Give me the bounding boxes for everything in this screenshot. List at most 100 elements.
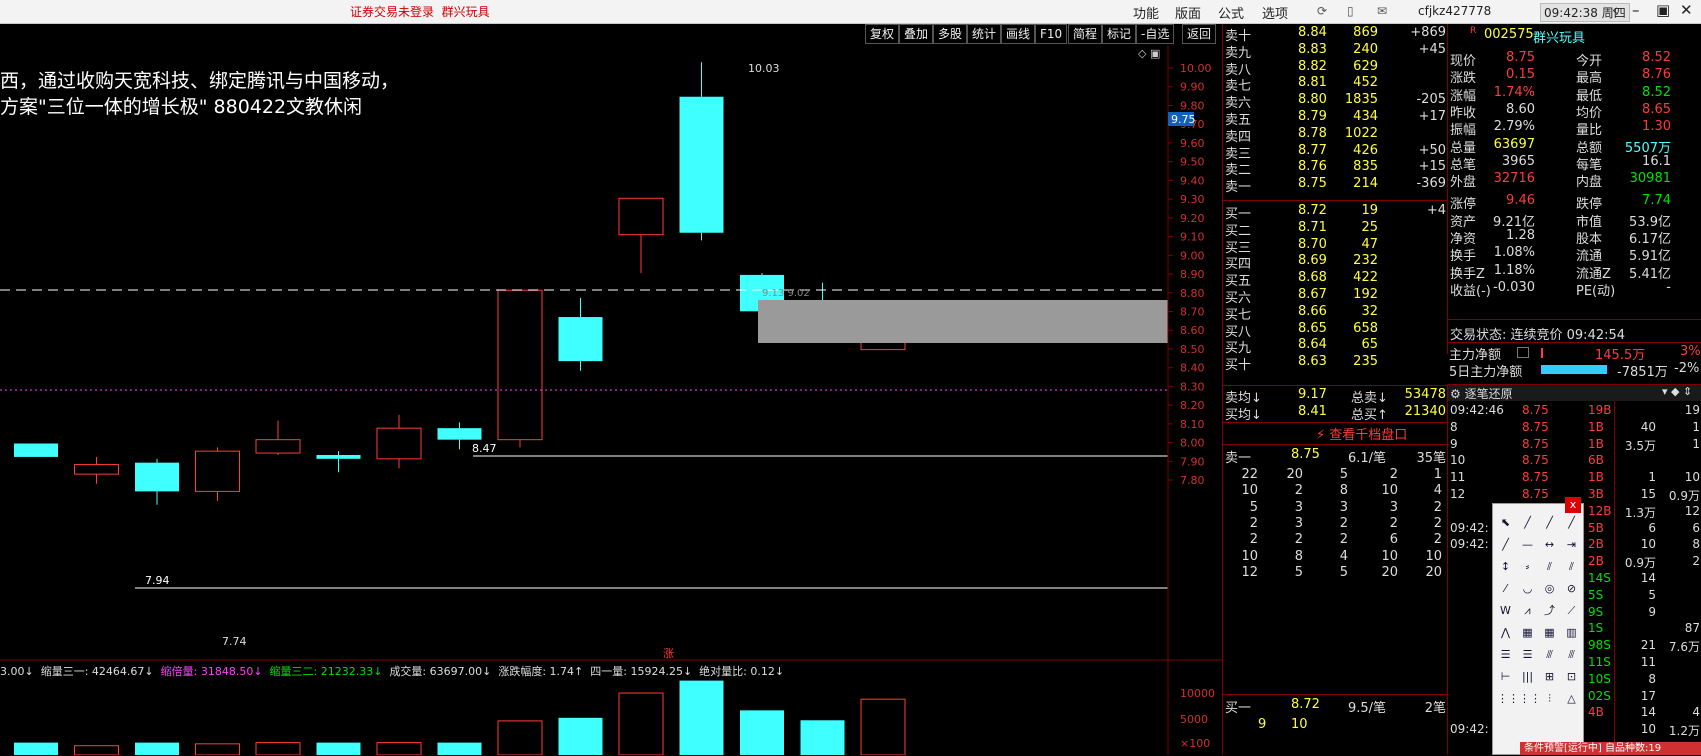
tb-fuquan[interactable]: 复权: [865, 24, 900, 44]
sell-level-3[interactable]: 卖七 8.81 452: [1223, 75, 1448, 94]
sell1-queue-row-3[interactable]: 2 3 2 2 2: [1223, 516, 1448, 533]
buy-level-4[interactable]: 买五 8.68 422: [1223, 270, 1448, 289]
quote-row-3[interactable]: 昨收 8.60 均价 8.65: [1448, 102, 1673, 121]
draw-tool-10-icon[interactable]: ⫽: [1541, 558, 1558, 575]
candle-3[interactable]: [195, 447, 240, 501]
sell1-queue-row-0[interactable]: 22 20 5 2 1: [1223, 467, 1448, 484]
tb-f10[interactable]: F10: [1035, 24, 1068, 44]
buy-level-5[interactable]: 买六 8.67 192: [1223, 287, 1448, 306]
draw-tool-14-icon[interactable]: ◎: [1541, 580, 1558, 597]
buy-level-7[interactable]: 买八 8.65 658: [1223, 321, 1448, 340]
sell1-queue-row-4[interactable]: 2 2 2 6 2: [1223, 532, 1448, 549]
draw-tool-3-icon[interactable]: ╱: [1563, 514, 1580, 531]
draw-tool-5-icon[interactable]: —: [1519, 536, 1536, 553]
restore-icon[interactable]: ▣: [1656, 1, 1670, 19]
buy1-queue-header[interactable]: 买一 8.72 9.5/笔 2笔: [1223, 697, 1448, 716]
menu-icon[interactable]: [1517, 347, 1529, 358]
draw-tool-17-icon[interactable]: ⩘: [1519, 602, 1536, 619]
quote-row-5[interactable]: 总量 63697 总额 5507万: [1448, 137, 1673, 156]
sell-level-6[interactable]: 卖四 8.78 1022: [1223, 126, 1448, 145]
candle-6[interactable]: [376, 414, 422, 469]
draw-tool-22-icon[interactable]: ▦: [1541, 624, 1558, 641]
draw-tool-7-icon[interactable]: ⇥: [1563, 536, 1580, 553]
thousand-depth-link[interactable]: ⚡ 查看千档盘口: [1316, 424, 1407, 443]
tb-brief[interactable]: 简程: [1068, 24, 1103, 44]
draw-tool-35-icon[interactable]: △: [1563, 690, 1580, 707]
buy-level-9[interactable]: 买十 8.63 235: [1223, 354, 1448, 373]
menu-layout[interactable]: 版面: [1175, 3, 1201, 22]
buy-level-3[interactable]: 买四 8.69 232: [1223, 253, 1448, 272]
menu-options[interactable]: 选项: [1262, 3, 1288, 22]
draw-tool-33-icon[interactable]: ⋮⋮: [1519, 690, 1541, 707]
buy-level-8[interactable]: 买九 8.64 65: [1223, 337, 1448, 356]
quote-row-7[interactable]: 外盘 32716 内盘 30981: [1448, 171, 1673, 190]
tb-back[interactable]: 返回: [1182, 24, 1217, 44]
draw-tool-1-icon[interactable]: ╱: [1519, 514, 1536, 531]
buy-level-1[interactable]: 买二 8.71 25: [1223, 220, 1448, 239]
sell-level-2[interactable]: 卖八 8.82 629: [1223, 59, 1448, 78]
draw-tool-31-icon[interactable]: ⊡: [1563, 668, 1580, 685]
sell1-queue-header[interactable]: 卖一 8.75 6.1/笔 35笔: [1223, 447, 1448, 466]
draw-tool-24-icon[interactable]: ☰: [1497, 646, 1514, 663]
candle-2[interactable]: [135, 458, 179, 505]
quote-row-13[interactable]: 收益(-) -0.030 PE(动) -: [1448, 280, 1673, 299]
tick-panel-controls[interactable]: ▾ ◆ ⇕: [1662, 385, 1692, 398]
close-palette-icon[interactable]: x: [1565, 497, 1581, 513]
quote-row-1[interactable]: 涨跌 0.15 最高 8.76: [1448, 67, 1673, 86]
login-notice[interactable]: 证券交易未登录 群兴玩具: [350, 3, 490, 20]
phone-icon[interactable]: ▯: [1347, 4, 1354, 18]
draw-tool-4-icon[interactable]: ╱: [1497, 536, 1514, 553]
quote-row-0[interactable]: 现价 8.75 今开 8.52: [1448, 50, 1673, 69]
sell-level-7[interactable]: 卖三 8.77 426 +50: [1223, 143, 1448, 162]
draw-tool-20-icon[interactable]: ⋀: [1497, 624, 1514, 641]
tb-mark[interactable]: 标记: [1102, 24, 1137, 44]
tb-watch[interactable]: -自选: [1136, 24, 1175, 44]
avg-row-1[interactable]: 买均↓ 8.41 总买↑ 21340: [1223, 404, 1448, 423]
kline-chart[interactable]: 10.03 7.74 8.47 7.94 9.13 9.02 涨 10.00 9.…: [0, 45, 1222, 755]
tick-panel-title[interactable]: ⚙ 逐笔还原: [1450, 385, 1513, 402]
draw-tool-6-icon[interactable]: ↔: [1541, 536, 1558, 553]
candle-1[interactable]: [74, 456, 119, 484]
buy-level-0[interactable]: 买一 8.72 19 +4: [1223, 203, 1448, 222]
draw-tool-13-icon[interactable]: ◡: [1519, 580, 1536, 597]
candle-4[interactable]: [255, 420, 301, 455]
draw-tool-18-icon[interactable]: ⤴: [1541, 602, 1558, 619]
draw-tool-9-icon[interactable]: ⸗: [1519, 558, 1536, 575]
candle-5[interactable]: [316, 451, 361, 473]
draw-tool-34-icon[interactable]: ⫶: [1541, 690, 1558, 707]
back-icon[interactable]: ‹: [1612, 1, 1618, 19]
sell-level-1[interactable]: 卖九 8.83 240 +45: [1223, 42, 1448, 61]
quote-row-8[interactable]: 涨停 9.46 跌停 7.74: [1448, 193, 1673, 212]
draw-tool-8-icon[interactable]: ↕: [1497, 558, 1514, 575]
quote-row-9[interactable]: 资产 9.21亿 市值 53.9亿: [1448, 211, 1673, 230]
draw-tool-15-icon[interactable]: ⊘: [1563, 580, 1580, 597]
draw-tool-2-icon[interactable]: ╱: [1541, 514, 1558, 531]
buy1-queue-row[interactable]: 9 10: [1223, 717, 1448, 734]
candle-8[interactable]: [497, 289, 543, 448]
quote-row-12[interactable]: 换手Z 1.18% 流通Z 5.41亿: [1448, 263, 1673, 282]
sell1-queue-row-2[interactable]: 5 3 3 3 2: [1223, 500, 1448, 517]
sell-level-8[interactable]: 卖二 8.76 835 +15: [1223, 159, 1448, 178]
draw-tool-21-icon[interactable]: ▦: [1519, 624, 1536, 641]
tb-multi[interactable]: 多股: [933, 24, 968, 44]
draw-tool-28-icon[interactable]: ⊢: [1497, 668, 1514, 685]
candle-9[interactable]: [558, 297, 603, 371]
draw-tool-19-icon[interactable]: ⟋: [1563, 602, 1580, 619]
draw-tool-26-icon[interactable]: ⫻: [1541, 646, 1558, 663]
quote-row-6[interactable]: 总笔 3965 每笔 16.1: [1448, 154, 1673, 173]
diamond-icon[interactable]: ◇ ▣: [1138, 47, 1160, 60]
sell-level-0[interactable]: 卖十 8.84 869 +869: [1223, 25, 1448, 44]
quote-row-10[interactable]: 净资 1.28 股本 6.17亿: [1448, 228, 1673, 247]
draw-tool-11-icon[interactable]: ⫽: [1563, 558, 1580, 575]
draw-tool-23-icon[interactable]: ▥: [1563, 624, 1580, 641]
draw-tool-16-icon[interactable]: W: [1497, 602, 1514, 619]
sell1-queue-row-1[interactable]: 10 2 8 10 4: [1223, 483, 1448, 500]
tb-overlay[interactable]: 叠加: [899, 24, 934, 44]
quote-row-4[interactable]: 振幅 2.79% 量比 1.30: [1448, 119, 1673, 138]
sell-level-9[interactable]: 卖一 8.75 214 -369: [1223, 176, 1448, 195]
sell-level-5[interactable]: 卖五 8.79 434 +17: [1223, 109, 1448, 128]
tb-stats[interactable]: 统计: [967, 24, 1002, 44]
menu-formula[interactable]: 公式: [1218, 3, 1244, 22]
draw-tool-25-icon[interactable]: ☰: [1519, 646, 1536, 663]
minimize-icon[interactable]: –: [1632, 1, 1640, 19]
